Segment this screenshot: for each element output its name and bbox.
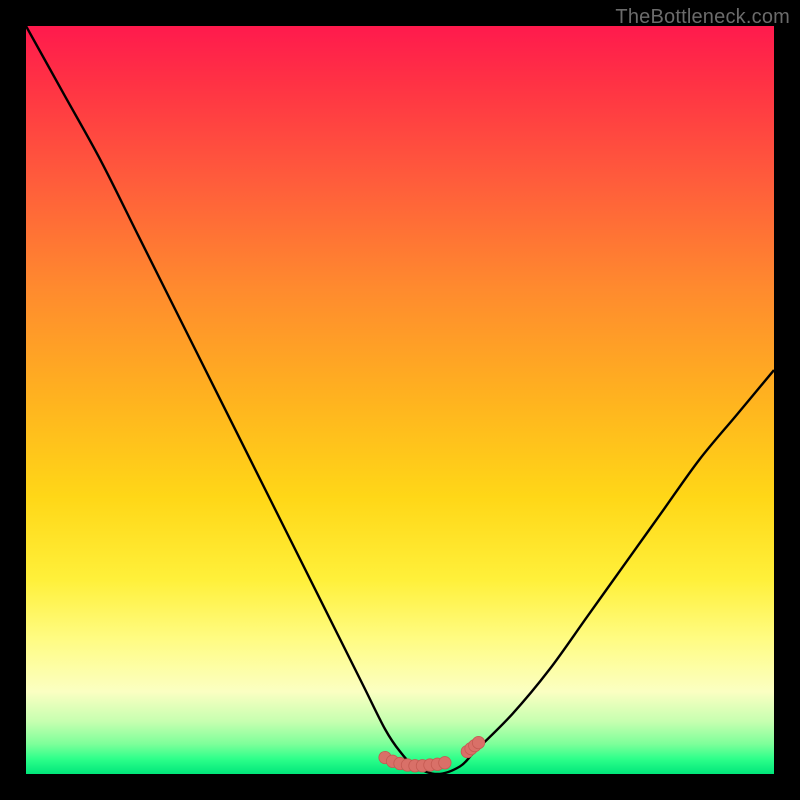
marker-dot (439, 757, 451, 769)
highlight-markers (379, 736, 485, 772)
marker-dot (472, 736, 484, 748)
plot-area (26, 26, 774, 774)
curve-layer (26, 26, 774, 774)
chart-frame: TheBottleneck.com (0, 0, 800, 800)
bottleneck-curve (26, 26, 774, 774)
